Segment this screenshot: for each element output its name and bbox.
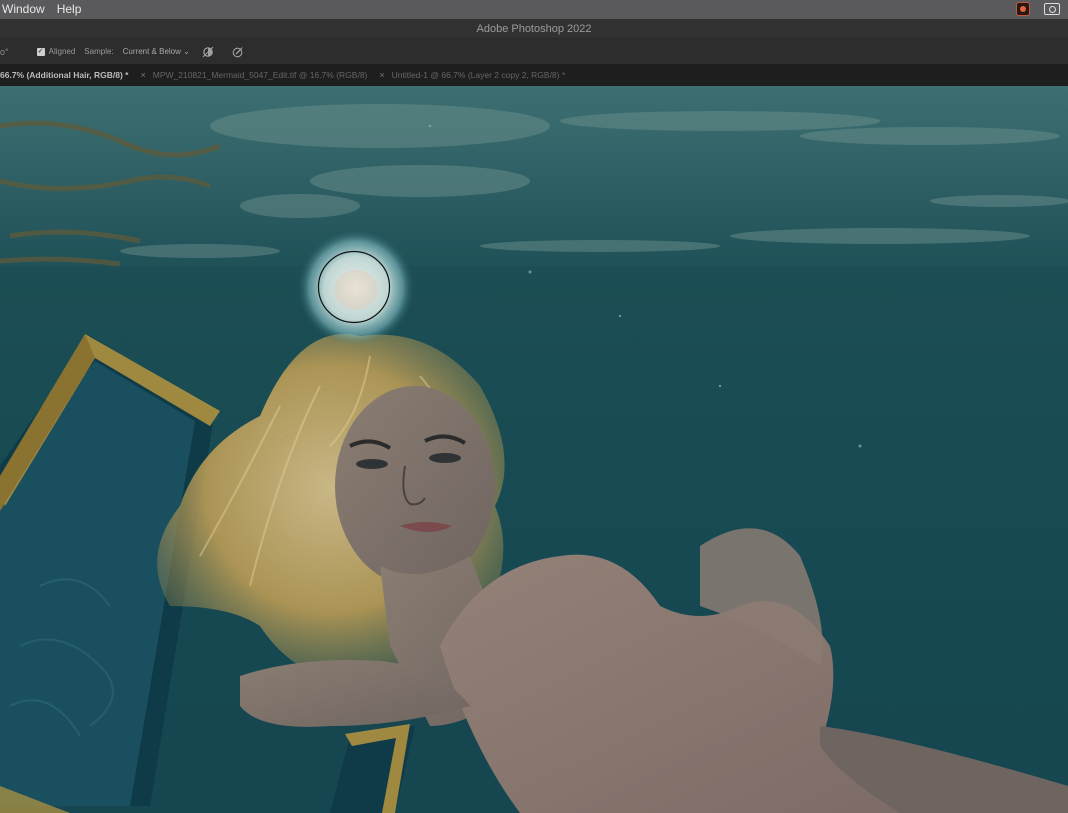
- window-title-bar: Adobe Photoshop 2022: [0, 19, 1068, 39]
- tab-additional-hair[interactable]: 66.7% (Additional Hair, RGB/8) *: [0, 70, 136, 80]
- menu-help[interactable]: Help: [51, 0, 88, 19]
- menu-bar: Window Help: [0, 0, 1068, 19]
- window-title: Adobe Photoshop 2022: [476, 23, 592, 35]
- menu-window[interactable]: Window: [0, 0, 51, 19]
- ignore-adjustment-layers-icon[interactable]: [202, 46, 214, 58]
- tab-mermaid-edit[interactable]: × MPW_210821_Mermaid_5047_Edit.tif @ 16.…: [136, 70, 375, 80]
- document-tab-bar: 66.7% (Additional Hair, RGB/8) * × MPW_2…: [0, 64, 1068, 86]
- chevron-down-icon: ⌄: [183, 47, 190, 56]
- close-icon[interactable]: ×: [379, 70, 384, 80]
- tab-label: 66.7% (Additional Hair, RGB/8) *: [0, 70, 129, 80]
- pressure-size-icon[interactable]: [232, 46, 244, 58]
- tool-options-bar: o° ✓ Aligned Sample: Current & Below ⌄: [0, 39, 1068, 64]
- sample-dropdown[interactable]: Current & Below ⌄: [123, 47, 190, 56]
- aligned-checkbox[interactable]: ✓: [36, 47, 45, 56]
- tab-label: MPW_210821_Mermaid_5047_Edit.tif @ 16.7%…: [152, 70, 368, 80]
- tab-untitled-1[interactable]: × Untitled-1 @ 66.7% (Layer 2 copy 2, RG…: [375, 70, 573, 80]
- aligned-label: Aligned: [48, 47, 76, 56]
- document-canvas[interactable]: [0, 86, 1068, 813]
- sample-dropdown-value: Current & Below: [122, 47, 181, 56]
- menubar-status-area: [1016, 2, 1060, 16]
- tab-label: Untitled-1 @ 66.7% (Layer 2 copy 2, RGB/…: [391, 70, 566, 80]
- options-leading-fragment: o°: [0, 46, 9, 57]
- canvas-image: [0, 86, 1068, 813]
- screen-sharing-icon[interactable]: [1044, 3, 1060, 15]
- photoshop-status-icon[interactable]: [1016, 2, 1030, 16]
- sample-label: Sample:: [84, 47, 114, 56]
- close-icon[interactable]: ×: [140, 70, 145, 80]
